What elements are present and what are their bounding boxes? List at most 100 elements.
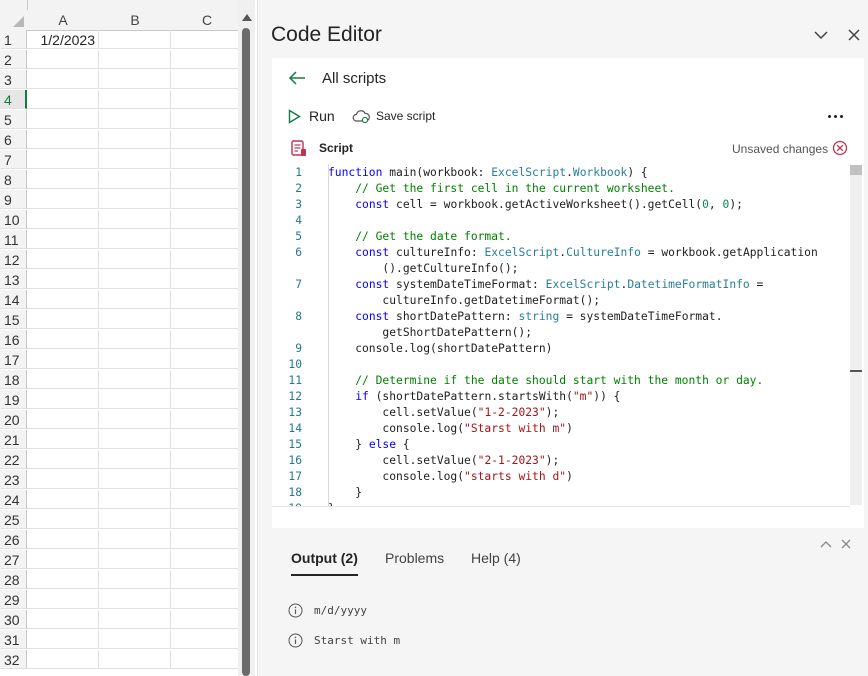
cell-a2[interactable] — [27, 50, 99, 69]
cell-a10[interactable] — [27, 210, 99, 229]
chevron-up-icon[interactable] — [820, 539, 832, 549]
cell-b27[interactable] — [99, 550, 171, 569]
cell-b4[interactable] — [99, 90, 171, 109]
cell-a5[interactable] — [27, 110, 99, 129]
cell-c10[interactable] — [171, 210, 238, 229]
cell-a22[interactable] — [27, 450, 99, 469]
row-header[interactable]: 28 — [0, 570, 27, 589]
sheet-scrollbar[interactable] — [238, 0, 255, 676]
row-header[interactable]: 5 — [0, 110, 27, 129]
cell-b18[interactable] — [99, 370, 171, 389]
cell-a28[interactable] — [27, 570, 99, 589]
cell-a6[interactable] — [27, 130, 99, 149]
row-header[interactable]: 27 — [0, 550, 27, 569]
cell-a1[interactable]: 1/2/2023 — [27, 30, 99, 49]
close-icon[interactable] — [847, 28, 861, 42]
all-scripts-link[interactable]: All scripts — [322, 70, 386, 87]
cell-a26[interactable] — [27, 530, 99, 549]
row-header[interactable]: 6 — [0, 130, 27, 149]
close-output-icon[interactable] — [841, 539, 851, 549]
cell-c25[interactable] — [171, 510, 238, 529]
cell-c5[interactable] — [171, 110, 238, 129]
column-header-c[interactable]: C — [171, 10, 238, 31]
row-header[interactable]: 24 — [0, 490, 27, 509]
cell-b6[interactable] — [99, 130, 171, 149]
cell-a30[interactable] — [27, 610, 99, 629]
cell-c22[interactable] — [171, 450, 238, 469]
row-header[interactable]: 22 — [0, 450, 27, 469]
cell-a19[interactable] — [27, 390, 99, 409]
cell-c29[interactable] — [171, 590, 238, 609]
cell-c6[interactable] — [171, 130, 238, 149]
code-scrollbar-thumb[interactable] — [850, 165, 862, 175]
row-header[interactable]: 21 — [0, 430, 27, 449]
cell-a32[interactable] — [27, 650, 99, 669]
cell-c3[interactable] — [171, 70, 238, 89]
column-header-a[interactable]: A — [27, 10, 100, 31]
cell-a21[interactable] — [27, 430, 99, 449]
chevron-down-icon[interactable] — [814, 28, 828, 42]
unsaved-error-icon[interactable] — [832, 140, 848, 156]
row-header[interactable]: 32 — [0, 650, 27, 669]
cell-b11[interactable] — [99, 230, 171, 249]
cell-b17[interactable] — [99, 350, 171, 369]
cell-c1[interactable] — [171, 30, 238, 49]
row-header[interactable]: 9 — [0, 190, 27, 209]
cell-b26[interactable] — [99, 530, 171, 549]
cell-c27[interactable] — [171, 550, 238, 569]
cell-b19[interactable] — [99, 390, 171, 409]
more-icon[interactable] — [825, 106, 845, 126]
cell-a24[interactable] — [27, 490, 99, 509]
cell-c7[interactable] — [171, 150, 238, 169]
cell-c11[interactable] — [171, 230, 238, 249]
cell-c30[interactable] — [171, 610, 238, 629]
cell-b23[interactable] — [99, 470, 171, 489]
cell-b1[interactable] — [99, 30, 171, 49]
row-header[interactable]: 19 — [0, 390, 27, 409]
cell-c18[interactable] — [171, 370, 238, 389]
row-header[interactable]: 15 — [0, 310, 27, 329]
scrollbar-thumb[interactable] — [242, 28, 250, 676]
back-arrow-icon[interactable] — [288, 70, 306, 86]
cell-b25[interactable] — [99, 510, 171, 529]
cell-c19[interactable] — [171, 390, 238, 409]
cell-b21[interactable] — [99, 430, 171, 449]
cell-b29[interactable] — [99, 590, 171, 609]
cell-b16[interactable] — [99, 330, 171, 349]
cell-a13[interactable] — [27, 270, 99, 289]
save-script-button[interactable]: Save script — [352, 106, 435, 126]
row-header[interactable]: 16 — [0, 330, 27, 349]
cell-a27[interactable] — [27, 550, 99, 569]
cell-a20[interactable] — [27, 410, 99, 429]
column-header-b[interactable]: B — [99, 10, 172, 31]
cell-a25[interactable] — [27, 510, 99, 529]
cell-b30[interactable] — [99, 610, 171, 629]
cell-a18[interactable] — [27, 370, 99, 389]
row-header[interactable]: 2 — [0, 50, 27, 69]
tab-help[interactable]: Help (4) — [471, 550, 521, 574]
cell-a4[interactable] — [27, 90, 99, 109]
cell-b9[interactable] — [99, 190, 171, 209]
cell-a12[interactable] — [27, 250, 99, 269]
cell-c21[interactable] — [171, 430, 238, 449]
cell-b24[interactable] — [99, 490, 171, 509]
cell-a16[interactable] — [27, 330, 99, 349]
cell-a3[interactable] — [27, 70, 99, 89]
cell-a29[interactable] — [27, 590, 99, 609]
cell-a15[interactable] — [27, 310, 99, 329]
cell-c24[interactable] — [171, 490, 238, 509]
row-header[interactable]: 11 — [0, 230, 27, 249]
cell-b3[interactable] — [99, 70, 171, 89]
cell-a17[interactable] — [27, 350, 99, 369]
cell-a14[interactable] — [27, 290, 99, 309]
row-header[interactable]: 8 — [0, 170, 27, 189]
row-header[interactable]: 13 — [0, 270, 27, 289]
code-vertical-scrollbar[interactable] — [850, 165, 862, 505]
cell-c17[interactable] — [171, 350, 238, 369]
cell-c4[interactable] — [171, 90, 238, 109]
cell-a7[interactable] — [27, 150, 99, 169]
row-header[interactable]: 25 — [0, 510, 27, 529]
cell-b13[interactable] — [99, 270, 171, 289]
cell-c20[interactable] — [171, 410, 238, 429]
cell-a9[interactable] — [27, 190, 99, 209]
